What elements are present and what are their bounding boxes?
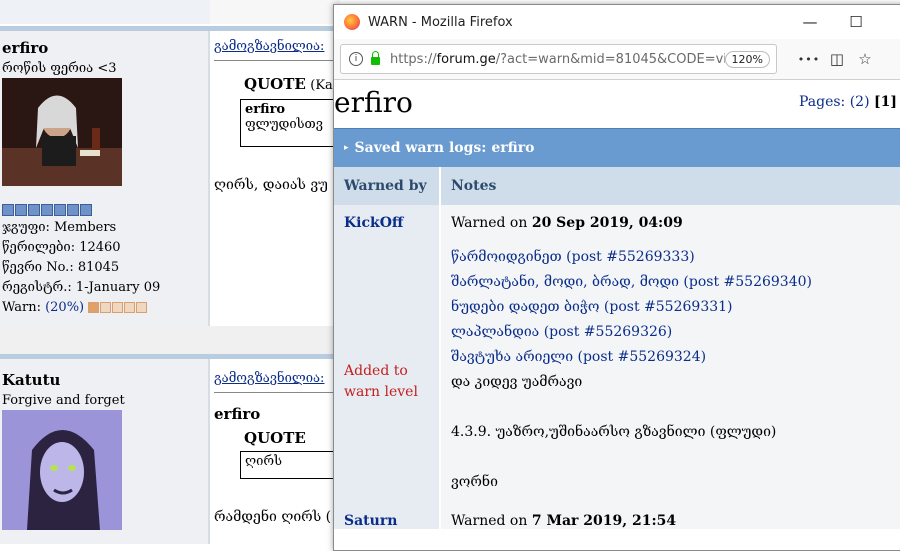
warn-date: 7 Mar 2019, 21:54 — [531, 513, 677, 529]
moderator-link[interactable]: Saturn — [344, 513, 429, 529]
lock-icon — [371, 51, 380, 65]
notes-cell: Warned on 20 Sep 2019, 04:09 წარმოიდგინე… — [440, 205, 900, 509]
warn-date: 20 Sep 2019, 04:09 — [531, 215, 683, 231]
site-info-icon[interactable]: i — [349, 52, 363, 66]
forum-top-strip — [0, 0, 210, 24]
post-content-2: გამოგზავნილია: erfiro QUOTE ღირს რამდენი… — [210, 359, 340, 544]
post-content: გამოგზავნილია: QUOTE (Kat erfiro ფლუდისთ… — [210, 31, 340, 326]
bookmark-star-icon[interactable]: ☆ — [851, 50, 879, 68]
author-registered: რეგისტრ.: 1-January 09 — [2, 280, 161, 295]
post-link[interactable]: შავტუხა არიელი (post #55269324) — [451, 345, 898, 370]
warn-date-line: Warned on 20 Sep 2019, 04:09 — [451, 215, 683, 231]
note-rule: 4.3.9. უაზრო,უშინაარსო გზავნილი (ფლუდი) — [451, 424, 777, 440]
firefox-window: WARN - Mozilla Firefox — ☐ i https://for… — [333, 4, 900, 551]
arrow-right-icon: ▸ — [344, 143, 349, 153]
quote-box: erfiro ფლუდისთვ — [240, 99, 340, 147]
quote-author: erfiro — [245, 102, 286, 117]
post-link[interactable]: შარლატანი, მოდი, ბრად, მოდი (post #55269… — [451, 270, 898, 295]
author-title: Forgive and forget — [2, 393, 125, 408]
post-link[interactable]: ნუდები დადეთ ბიჭო (post #55269331) — [451, 295, 898, 320]
page-actions-icon[interactable]: ••• — [795, 53, 823, 66]
section-title: Saved warn logs: erfiro — [354, 140, 535, 156]
minimize-button[interactable]: — — [787, 13, 833, 31]
warn-log-table: Warned by Notes KickOff Added to warn le… — [334, 167, 900, 529]
author-member-no: წევრი No.: 81045 — [2, 260, 120, 275]
avatar — [2, 78, 122, 186]
author-posts: წერილები: 12460 — [2, 240, 121, 255]
post-body: რამდენი ღირს ( — [214, 509, 332, 525]
warned-posts-list: წარმოიდგინეთ (post #55269333) შარლატანი,… — [451, 245, 898, 370]
pocket-icon[interactable]: ◫ — [823, 50, 851, 68]
posted-link[interactable]: გამოგზავნილია: — [214, 371, 340, 386]
warn-pips — [88, 302, 148, 313]
warn-level-note: Added to warn level — [344, 363, 418, 400]
maximize-button[interactable]: ☐ — [833, 13, 879, 31]
post-author-panel-2: Katutu Forgive and forget — [0, 359, 210, 544]
section-header: ▸ Saved warn logs: erfiro — [334, 128, 900, 167]
rank-pips — [2, 204, 208, 216]
warn-date-line: Warned on 7 Mar 2019, 21:54 — [451, 513, 677, 529]
table-row: KickOff Added to warn level Warned on 20… — [334, 205, 900, 509]
url-field[interactable]: i https://forum.ge/?act=warn&mid=81045&C… — [340, 44, 777, 74]
quote-box: ღირს — [240, 451, 340, 479]
quote-label: QUOTE — [244, 75, 306, 93]
title-bar[interactable]: WARN - Mozilla Firefox — ☐ — [334, 5, 900, 39]
pages-link[interactable]: Pages: (2) — [799, 94, 870, 110]
note-tail: ვორნი — [451, 474, 498, 490]
quote-text: ფლუდისთვ — [245, 117, 323, 132]
author-name[interactable]: erfiro — [2, 39, 208, 57]
current-page: [1] — [874, 94, 897, 110]
url-text[interactable]: https://forum.ge/?act=warn&mid=81045&COD… — [390, 52, 725, 67]
post-body: ღირს, დაიას ვუ — [214, 177, 328, 193]
warn-level-link[interactable]: (20%) — [45, 300, 84, 315]
forum-top-strip-right — [210, 0, 340, 24]
window-title: WARN - Mozilla Firefox — [368, 14, 513, 30]
page-content: erfiro Pages: (2) [1] ▸ Saved warn logs:… — [334, 80, 900, 529]
quote-text: ღირს — [245, 454, 283, 469]
col-notes: Notes — [440, 167, 900, 205]
page-header: erfiro Pages: (2) [1] — [334, 80, 900, 128]
author-name[interactable]: Katutu — [2, 371, 208, 389]
quote-label: QUOTE — [244, 429, 306, 447]
moderator-link[interactable]: KickOff — [344, 215, 429, 231]
pagination: Pages: (2) [1] — [799, 94, 897, 110]
avatar — [2, 410, 122, 530]
quote-author: erfiro — [214, 405, 261, 423]
post-author-panel: erfiro როწის ფერია <3 ჯგუფი: Members წერ… — [0, 31, 210, 326]
table-row: Saturn Warned on 7 Mar 2019, 21:54 — [334, 509, 900, 529]
posted-link[interactable]: გამოგზავნილია: — [214, 39, 340, 54]
author-title: როწის ფერია <3 — [2, 61, 117, 76]
zoom-indicator[interactable]: 120% — [724, 50, 770, 68]
col-warned-by: Warned by — [334, 167, 441, 205]
firefox-logo-icon — [344, 14, 360, 30]
post-link[interactable]: წარმოიდგინეთ (post #55269333) — [451, 245, 898, 270]
post-link[interactable]: ლაპლანდია (post #55269326) — [451, 320, 898, 345]
author-group: ჯგუფი: Members — [2, 220, 117, 235]
navigation-bar: i https://forum.ge/?act=warn&mid=81045&C… — [334, 39, 900, 80]
warned-by-cell: Saturn — [334, 509, 441, 529]
warned-by-cell: KickOff Added to warn level — [334, 205, 441, 509]
notes-cell: Warned on 7 Mar 2019, 21:54 — [440, 509, 900, 529]
note-extra: და კიდევ უამრავი — [451, 374, 583, 390]
author-warn: Warn: (20%) — [2, 298, 208, 318]
page-title: erfiro — [334, 86, 413, 119]
